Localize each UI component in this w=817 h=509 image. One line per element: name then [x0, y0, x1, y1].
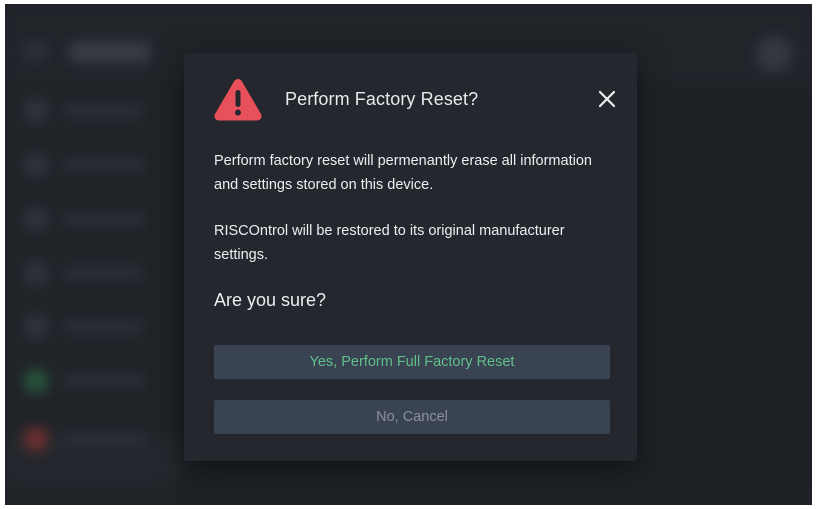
- confirm-reset-button[interactable]: Yes, Perform Full Factory Reset: [214, 345, 610, 379]
- dialog-restore-note: RISCOntrol will be restored to its origi…: [214, 223, 565, 263]
- dialog-header: Perform Factory Reset?: [184, 53, 637, 133]
- warning-icon: [214, 79, 262, 121]
- dialog-description: Perform factory reset will permenantly e…: [214, 153, 592, 193]
- factory-reset-dialog: Perform Factory Reset? Perform factory r…: [184, 53, 637, 461]
- cancel-button[interactable]: No, Cancel: [214, 400, 610, 434]
- dialog-title: Perform Factory Reset?: [285, 89, 479, 109]
- confirm-question: Are you sure?: [214, 290, 327, 310]
- close-icon[interactable]: [597, 89, 617, 109]
- app-screen: Perform Factory Reset? Perform factory r…: [5, 4, 812, 505]
